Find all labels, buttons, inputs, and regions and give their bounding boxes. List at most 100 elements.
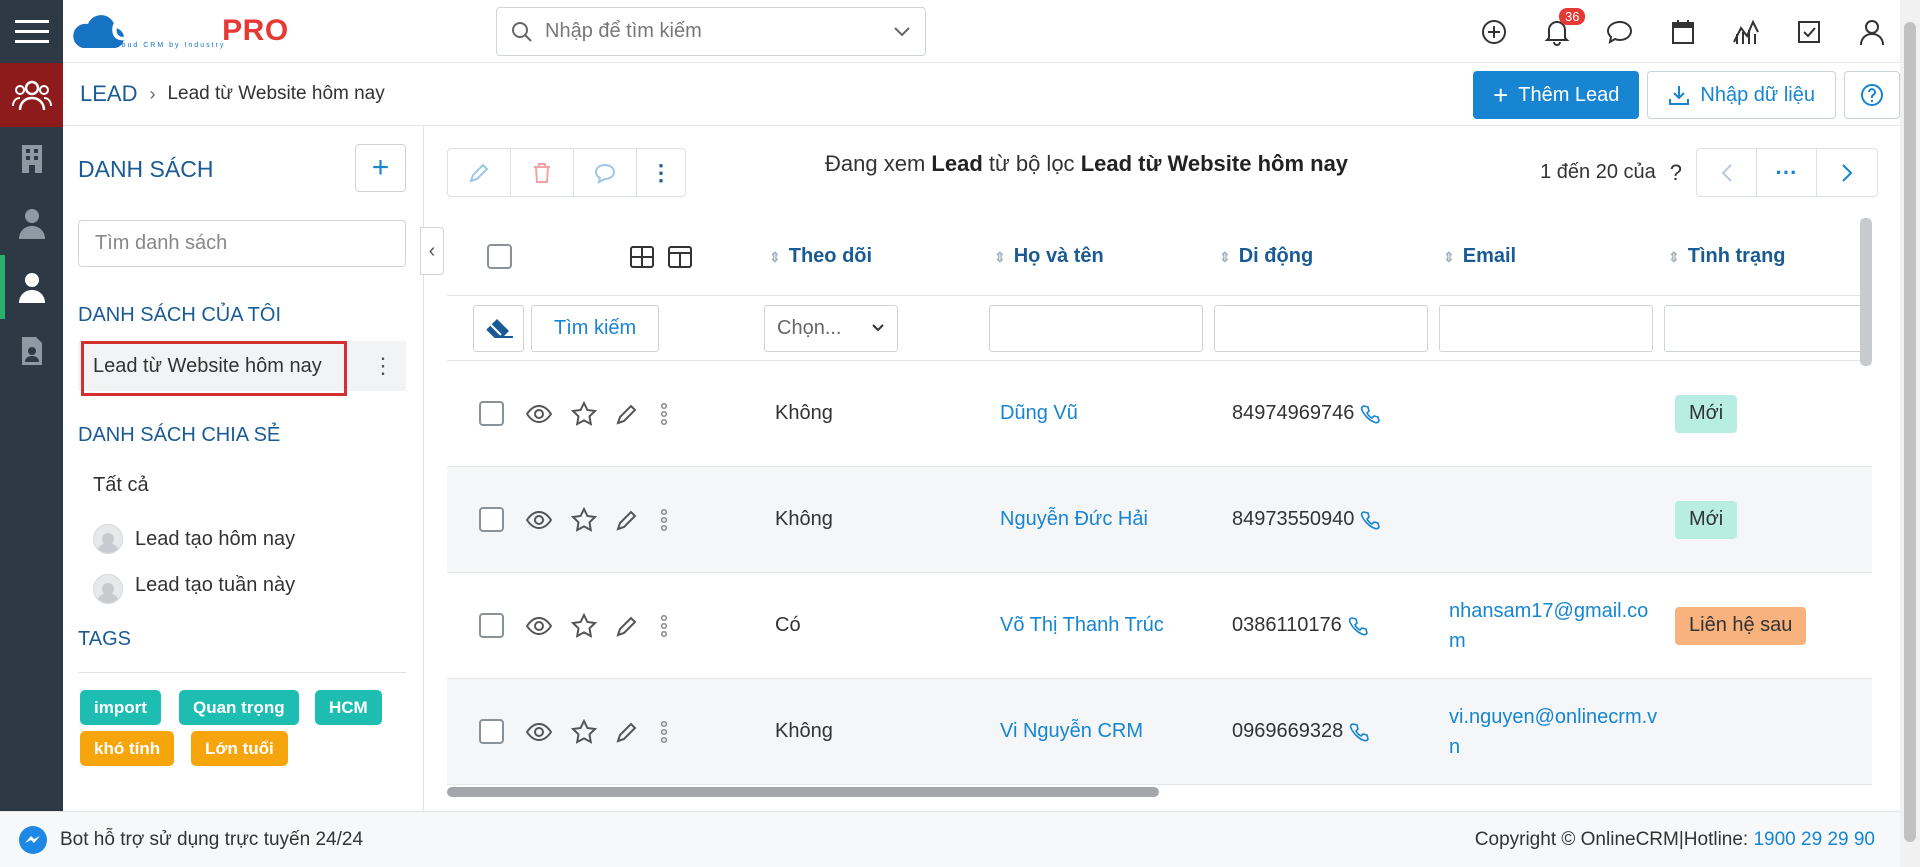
logo[interactable]: CLOUDPRO Cloud CRM by Industry [71,6,289,56]
cell-email[interactable] [1449,467,1659,572]
table-row[interactable]: Không Dũng Vũ 84974969746 Mới [447,361,1872,467]
add-list-button[interactable]: + [355,144,406,192]
rail-item-person[interactable] [0,255,63,319]
name-filter-input[interactable] [989,296,1203,360]
cell-email[interactable]: nhansam17@gmail.com [1449,573,1659,678]
sidebar-item-today[interactable]: Lead tạo hôm nay [78,514,406,564]
cell-email[interactable]: vi.nguyen@onlinecrm.vn [1449,679,1659,784]
prev-page-button[interactable] [1697,149,1757,196]
page-jump-button[interactable]: ··· [1757,149,1817,196]
tag-quan-trong[interactable]: Quan trọng [179,690,299,725]
phone-icon[interactable] [1348,616,1368,636]
filter-search-button[interactable]: Tìm kiếm [531,296,660,360]
collapse-sidebar-button[interactable]: ‹ [420,227,444,275]
row-checkbox[interactable] [479,361,504,466]
star-icon[interactable] [571,612,597,639]
tasks-button[interactable] [1789,12,1829,52]
hotline-link[interactable]: 1900 29 29 90 [1753,829,1875,850]
mobile-filter-input[interactable] [1214,296,1428,360]
email-filter-input[interactable] [1439,296,1653,360]
rail-item-contacts[interactable] [0,191,63,255]
eye-icon[interactable] [525,616,553,636]
kebab-icon[interactable] [657,508,671,532]
menu-button[interactable] [0,0,63,63]
pencil-icon[interactable] [615,614,639,638]
scrollbar-thumb[interactable] [1904,22,1916,842]
table-vertical-scrollbar[interactable] [1860,218,1872,366]
table-row[interactable]: Không Nguyễn Đức Hải 84973550940 Mới [447,467,1872,573]
rail-item-documents[interactable] [0,319,63,383]
row-checkbox[interactable] [479,573,504,678]
cell-name-link[interactable]: Dũng Vũ [1000,361,1078,466]
table-horizontal-scrollbar[interactable] [447,785,1872,797]
tag-kho-tinh[interactable]: khó tính [80,731,175,766]
row-checkbox[interactable] [479,679,504,784]
comment-button[interactable] [574,149,637,196]
follow-filter-select[interactable]: Chọn... [764,296,898,360]
chat-button[interactable] [1600,12,1640,52]
cell-email[interactable] [1449,361,1659,466]
cell-name-link[interactable]: Vi Nguyễn CRM [1000,679,1143,784]
col-header-mobile[interactable]: ⇕ Di động [1219,218,1313,295]
sidebar-item-all[interactable]: Tất cả [78,460,406,510]
list-search-input[interactable]: Tìm danh sách [78,220,406,267]
rail-item-organizations[interactable] [0,127,63,191]
delete-button[interactable] [511,149,574,196]
viewing-caption: Đang xem Lead từ bộ lọc Lead từ Website … [825,151,1348,177]
scrollbar-thumb[interactable] [447,787,1159,797]
tag-hcm[interactable]: HCM [315,690,382,725]
checkbox[interactable] [487,244,512,269]
col-header-status[interactable]: ⇕ Tình trạng [1668,218,1786,295]
kebab-icon[interactable] [657,402,671,426]
table-row[interactable]: Có Võ Thị Thanh Trúc 0386110176 nhansam1… [447,573,1872,679]
col-header-email[interactable]: ⇕ Email [1443,218,1516,295]
reports-button[interactable] [1726,12,1766,52]
global-search[interactable]: Nhập để tìm kiếm [496,7,926,56]
pencil-icon[interactable] [615,720,639,744]
star-icon[interactable] [571,718,597,745]
phone-icon[interactable] [1360,510,1381,530]
sidebar-item-week[interactable]: Lead tạo tuần này [78,568,406,608]
tag-import[interactable]: import [80,690,161,725]
pencil-icon[interactable] [615,402,639,426]
eye-icon[interactable] [525,722,553,742]
next-page-button[interactable] [1817,149,1877,196]
sidebar-item-my-list[interactable]: Lead từ Website hôm nay ⋮ [78,341,406,391]
profile-button[interactable] [1852,12,1892,52]
grid-layout-button[interactable] [629,218,655,295]
more-actions-button[interactable]: ⋮ [637,149,685,196]
cell-name-link[interactable]: Nguyễn Đức Hải [1000,467,1148,572]
status-filter-input[interactable] [1664,296,1872,360]
kebab-icon[interactable] [657,614,671,638]
add-button[interactable] [1474,12,1514,52]
select-all-checkbox[interactable] [487,218,512,295]
table-row[interactable]: Không Vi Nguyễn CRM 0969669328 vi.nguyen… [447,679,1872,785]
calendar-button[interactable] [1663,12,1703,52]
col-header-follow[interactable]: ⇕ Theo dõi [769,218,872,295]
add-lead-button[interactable]: + Thêm Lead [1473,71,1640,119]
breadcrumb-root[interactable]: LEAD [80,81,137,107]
clear-filter-button[interactable] [473,296,524,360]
cell-name-link[interactable]: Võ Thị Thanh Trúc [1000,573,1164,678]
import-button[interactable]: Nhập dữ liệu [1647,71,1836,119]
notifications-button[interactable]: 36 [1537,7,1586,52]
row-checkbox[interactable] [479,467,504,572]
phone-icon[interactable] [1349,722,1370,742]
phone-icon[interactable] [1360,404,1381,424]
kebab-icon[interactable] [657,720,671,744]
pencil-icon[interactable] [615,508,639,532]
tag-lon-tuoi[interactable]: Lớn tuổi [191,731,288,766]
col-header-name[interactable]: ⇕ Họ và tên [994,218,1104,295]
support-bot[interactable]: Bot hỗ trợ sử dụng trực tuyến 24/24 [18,825,363,855]
help-button[interactable] [1844,71,1900,119]
page-scrollbar[interactable] [1900,0,1920,867]
columns-layout-button[interactable] [667,218,693,295]
eye-icon[interactable] [525,404,553,424]
edit-button[interactable] [448,149,511,196]
rail-item-leads[interactable] [0,63,63,127]
star-icon[interactable] [571,506,597,533]
kebab-icon[interactable]: ⋮ [372,353,394,379]
page-total[interactable]: ? [1670,160,1682,186]
star-icon[interactable] [571,400,597,427]
eye-icon[interactable] [525,510,553,530]
